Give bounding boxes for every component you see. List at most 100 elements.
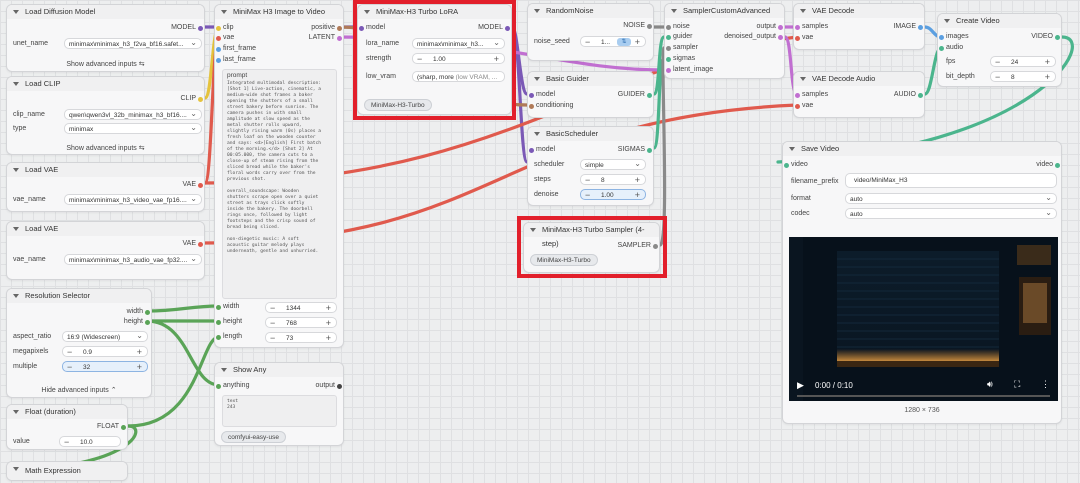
decrement-button[interactable]: − bbox=[64, 437, 69, 446]
sigmas-output[interactable]: SIGMAS bbox=[618, 145, 653, 155]
more-options-icon[interactable]: ⋮ bbox=[1041, 379, 1050, 390]
denoised-output[interactable]: denoised_output bbox=[724, 32, 784, 42]
increment-button[interactable]: + bbox=[137, 347, 142, 356]
load-diffusion-model-node[interactable]: Load Diffusion Model MODEL unet_name min… bbox=[6, 4, 205, 72]
node-title[interactable]: Float (duration) bbox=[7, 405, 127, 419]
save-video-node[interactable]: Save Video video video filename_prefix v… bbox=[782, 141, 1062, 424]
low-vram-select[interactable]: (sharp, more (low VRAM, ... bbox=[412, 71, 505, 82]
decrement-button[interactable]: − bbox=[585, 37, 590, 46]
bit-depth-input[interactable]: − 8 + bbox=[990, 71, 1056, 82]
height-output[interactable]: height bbox=[124, 317, 151, 327]
clip-input[interactable]: clip bbox=[215, 23, 234, 33]
sigmas-input[interactable]: sigmas bbox=[665, 54, 695, 64]
random-noise-node[interactable]: RandomNoise NOISE noise_seed − 1... ⇅ + bbox=[527, 3, 654, 61]
latent-output[interactable]: LATENT bbox=[309, 33, 343, 43]
vae-name-select[interactable]: minimax\minimax_h3_audio_vae_fp32.... bbox=[64, 254, 202, 265]
float-duration-node[interactable]: Float (duration) FLOAT value − 10.0 bbox=[6, 404, 128, 450]
volume-icon[interactable]: 🔊︎ bbox=[987, 379, 993, 390]
height-number[interactable]: − 768 + bbox=[265, 317, 337, 328]
increment-button[interactable]: + bbox=[326, 333, 331, 342]
load-clip-node[interactable]: Load CLIP CLIP clip_name qwen\qwen3vl_32… bbox=[6, 76, 205, 155]
decrement-button[interactable]: − bbox=[417, 54, 422, 63]
load-vae-node[interactable]: Load VAE VAE vae_name minimax\minimax_h3… bbox=[6, 162, 205, 212]
positive-output[interactable]: positive bbox=[311, 23, 343, 33]
length-number[interactable]: − 73 + bbox=[265, 332, 337, 343]
image-output[interactable]: IMAGE bbox=[893, 22, 924, 32]
vae-input[interactable]: vae bbox=[794, 33, 813, 43]
denoise-input[interactable]: − 1.00 + bbox=[580, 189, 646, 200]
format-select[interactable]: auto bbox=[845, 193, 1057, 204]
model-input[interactable]: model bbox=[528, 90, 555, 100]
increment-button[interactable]: + bbox=[1045, 72, 1050, 81]
node-title[interactable]: SamplerCustomAdvanced bbox=[665, 4, 784, 18]
scheduler-select[interactable]: simple bbox=[580, 159, 646, 170]
length-input[interactable]: length bbox=[215, 332, 242, 342]
vae-input[interactable]: vae bbox=[794, 101, 813, 111]
aspect-ratio-select[interactable]: 16:9 (Widescreen) bbox=[62, 331, 148, 342]
node-title[interactable]: Load VAE bbox=[7, 163, 204, 177]
load-audio-vae-node[interactable]: Load VAE VAE vae_name minimax\minimax_h3… bbox=[6, 221, 205, 280]
output-output[interactable]: output bbox=[757, 22, 784, 32]
multiple-input[interactable]: − 32 + bbox=[62, 361, 148, 372]
decrement-button[interactable]: − bbox=[270, 318, 275, 327]
noise-seed-input[interactable]: − 1... ⇅ + bbox=[580, 36, 646, 47]
show-advanced-inputs-button[interactable]: Show advanced inputs ⇆ bbox=[7, 59, 204, 70]
increment-button[interactable]: + bbox=[137, 362, 142, 371]
hide-advanced-inputs-button[interactable]: Hide advanced inputs ⌃ bbox=[7, 385, 151, 396]
type-select[interactable]: minimax bbox=[64, 123, 202, 134]
decrement-button[interactable]: − bbox=[270, 333, 275, 342]
vae-output[interactable]: VAE bbox=[183, 180, 205, 190]
width-number[interactable]: − 1344 + bbox=[265, 302, 337, 313]
show-any-node[interactable]: Show Any anything output text 243 comfyu… bbox=[214, 362, 344, 446]
turbo-lora-node[interactable]: MiniMax-H3 Turbo LoRA model MODEL lora_n… bbox=[357, 4, 512, 115]
sampler-custom-advanced-node[interactable]: SamplerCustomAdvanced noise guider sampl… bbox=[664, 3, 785, 79]
steps-input[interactable]: − 8 + bbox=[580, 174, 646, 185]
increment-button[interactable]: + bbox=[494, 54, 499, 63]
sampler-input[interactable]: sampler bbox=[665, 43, 698, 53]
basic-scheduler-node[interactable]: BasicScheduler model SIGMAS scheduler si… bbox=[527, 126, 654, 206]
fps-input[interactable]: − 24 + bbox=[990, 56, 1056, 67]
node-title[interactable]: Load Diffusion Model bbox=[7, 5, 204, 19]
create-video-node[interactable]: Create Video images audio VIDEO fps − 24 +… bbox=[937, 13, 1062, 87]
width-output[interactable]: width bbox=[127, 307, 151, 317]
node-title[interactable]: Math Expression bbox=[7, 462, 127, 480]
turbo-sampler-node[interactable]: MiniMax-H3 Turbo Sampler (4-step) SAMPLE… bbox=[523, 222, 660, 273]
samples-input[interactable]: samples bbox=[794, 90, 828, 100]
height-input[interactable]: height bbox=[215, 317, 242, 327]
noise-input[interactable]: noise bbox=[665, 22, 690, 32]
vae-decode-node[interactable]: VAE Decode samples vae IMAGE bbox=[793, 3, 925, 50]
decrement-button[interactable]: − bbox=[67, 347, 72, 356]
prompt-textarea[interactable]: prompt Integrated multimodal description:… bbox=[222, 69, 337, 299]
decrement-button[interactable]: − bbox=[995, 72, 1000, 81]
images-input[interactable]: images bbox=[938, 32, 969, 42]
codec-select[interactable]: auto bbox=[845, 208, 1057, 219]
latent-image-input[interactable]: latent_image bbox=[665, 65, 713, 75]
show-advanced-inputs-button[interactable]: Show advanced inputs ⇆ bbox=[7, 143, 204, 154]
node-title[interactable]: Save Video bbox=[783, 142, 1061, 156]
decrement-button[interactable]: − bbox=[585, 175, 590, 184]
unet-name-select[interactable]: minimax\minimax_h3_f2va_bf16.safet... bbox=[64, 38, 202, 49]
video-input[interactable]: video bbox=[783, 160, 808, 170]
clip-output[interactable]: CLIP bbox=[180, 94, 204, 104]
guider-input[interactable]: guider bbox=[665, 32, 692, 42]
decrement-button[interactable]: − bbox=[270, 303, 275, 312]
output-output[interactable]: output bbox=[316, 381, 343, 391]
node-title[interactable]: Basic Guider bbox=[528, 72, 653, 86]
node-title[interactable]: MiniMax-H3 Turbo Sampler (4-step) bbox=[524, 223, 659, 248]
node-title[interactable]: MiniMax-H3 Turbo LoRA bbox=[358, 5, 511, 19]
vae-decode-audio-node[interactable]: VAE Decode Audio samples vae AUDIO bbox=[793, 71, 925, 118]
last-frame-input[interactable]: last_frame bbox=[215, 55, 256, 65]
decrement-button[interactable]: − bbox=[995, 57, 1000, 66]
decrement-button[interactable]: − bbox=[585, 190, 590, 199]
samples-input[interactable]: samples bbox=[794, 22, 828, 32]
model-output[interactable]: MODEL bbox=[478, 23, 511, 33]
randomize-icon[interactable]: ⇅ bbox=[617, 38, 631, 46]
node-title[interactable]: RandomNoise bbox=[528, 4, 653, 18]
node-title[interactable]: Show Any bbox=[215, 363, 343, 377]
model-output[interactable]: MODEL bbox=[171, 23, 204, 33]
model-input[interactable]: model bbox=[528, 145, 555, 155]
image-to-video-node[interactable]: MiniMax H3 Image to Video clip vae first… bbox=[214, 4, 344, 348]
node-title[interactable]: Load VAE bbox=[7, 222, 204, 236]
increment-button[interactable]: + bbox=[326, 318, 331, 327]
audio-output[interactable]: AUDIO bbox=[894, 90, 924, 100]
